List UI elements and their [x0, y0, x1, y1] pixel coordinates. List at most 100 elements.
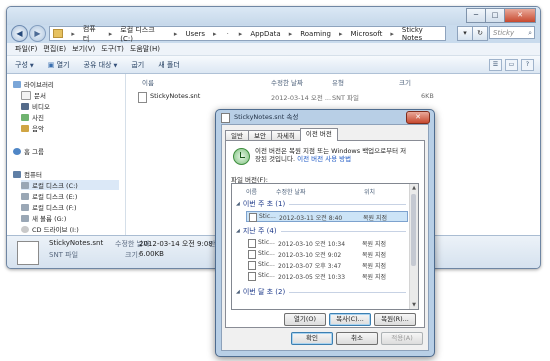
group-label: 지난 주 (4): [242, 227, 277, 235]
scrollbar-thumb[interactable]: [411, 194, 416, 266]
copy-version-button[interactable]: 복사(C)...: [329, 313, 371, 326]
maximize-button[interactable]: □: [485, 8, 505, 23]
file-icon: [17, 241, 39, 265]
back-button[interactable]: ◀: [11, 25, 28, 42]
breadcrumb-microsoft[interactable]: Microsoft: [348, 30, 386, 38]
address-dropdown-button[interactable]: ▾: [457, 26, 473, 41]
list-column-location[interactable]: 위치: [364, 187, 375, 196]
nav-videos[interactable]: 비디오: [21, 101, 50, 111]
version-name: Stic...: [258, 261, 275, 268]
forward-button[interactable]: ▶: [29, 25, 46, 42]
nav-drive-f[interactable]: 로컬 디스크 (F:): [21, 202, 77, 212]
version-row[interactable]: Stic... 2012-03-05 오전 10:33 복원 지점: [246, 271, 406, 281]
file-icon: [221, 113, 230, 123]
how-to-link[interactable]: 이전 버전 사용 방법: [297, 155, 351, 163]
nav-drive-g[interactable]: 새 볼륨 (G:): [21, 213, 66, 223]
menu-help[interactable]: 도움말(H): [130, 44, 160, 54]
organize-button[interactable]: 구성 ▼: [15, 60, 34, 70]
computer-icon: [13, 170, 21, 178]
tab-previous-versions[interactable]: 이전 버전: [299, 128, 338, 141]
breadcrumb-computer[interactable]: 컴퓨터: [80, 24, 104, 44]
menu-tools[interactable]: 도구(T): [101, 44, 124, 54]
breadcrumb-local-disk[interactable]: 로컬 디스크 (C:): [117, 25, 169, 43]
nav-pictures[interactable]: 사진: [21, 112, 44, 122]
ok-button[interactable]: 확인: [291, 332, 333, 345]
share-label: 공유 대상: [83, 60, 112, 69]
group-label: 이번 주 초 (1): [242, 200, 286, 208]
vertical-scrollbar[interactable]: ▲ ▼: [409, 184, 418, 309]
apply-button[interactable]: 적용(A): [381, 332, 423, 345]
address-bar[interactable]: ▸ 컴퓨터 ▸ 로컬 디스크 (C:) ▸ Users ▸ · ▸ AppDat…: [49, 24, 446, 44]
menu-view[interactable]: 보기(V): [72, 44, 95, 54]
cancel-button[interactable]: 취소: [336, 332, 378, 345]
nav-drive-g-label: 새 볼륨 (G:): [32, 215, 67, 223]
nav-homegroup[interactable]: 홈 그룹: [13, 146, 44, 156]
tab-strip: 일반 보안 자세히 이전 버전: [225, 128, 338, 141]
scroll-up-icon[interactable]: ▲: [410, 185, 418, 191]
version-row[interactable]: Stic... 2012-03-07 오후 3:47 복원 지점: [246, 260, 406, 270]
nav-drive-e[interactable]: 로컬 디스크 (E:): [21, 191, 77, 201]
version-location: 복원 지점: [362, 241, 386, 248]
ellipsis-icon: ·: [226, 29, 229, 38]
breadcrumb-sticky-notes[interactable]: Sticky Notes: [399, 26, 445, 42]
list-column-modified[interactable]: 수정한 날짜: [276, 187, 306, 196]
breadcrumb-appdata[interactable]: AppData: [247, 30, 283, 38]
nav-music[interactable]: 음악: [21, 123, 44, 133]
restore-version-button[interactable]: 복원(R)...: [374, 313, 416, 326]
close-button[interactable]: ✕: [504, 8, 536, 23]
open-version-button[interactable]: 열기(O): [284, 313, 326, 326]
view-options-icon[interactable]: ☰: [489, 59, 502, 71]
minimize-button[interactable]: ─: [466, 8, 486, 23]
command-bar: 구성 ▼ ▣ 열기 공유 대상 ▼ 굽기 새 폴더 ☰ ▭ ?: [7, 56, 540, 74]
menu-file[interactable]: 파일(F): [15, 44, 37, 54]
version-row[interactable]: Stic... 2012-03-11 오전 8:40 복원 지점: [246, 211, 408, 222]
dialog-close-button[interactable]: ✕: [406, 111, 430, 124]
nav-computer[interactable]: 컴퓨터: [13, 169, 42, 179]
group-divider: [289, 291, 406, 293]
open-button[interactable]: ▣ 열기: [48, 60, 70, 70]
group-header[interactable]: ◢ 이번 달 초 (2): [236, 287, 406, 297]
drive-icon: [21, 181, 29, 189]
refresh-button[interactable]: ↻: [472, 26, 488, 41]
dialog-body: 일반 보안 자세히 이전 버전 이전 버전은 복원 지점 또는 Windows …: [221, 124, 429, 351]
help-icon[interactable]: ?: [521, 59, 534, 71]
nav-libraries[interactable]: 라이브러리: [13, 79, 54, 89]
chevron-right-icon: ▸: [390, 29, 394, 38]
file-row[interactable]: StickyNotes.snt 2012-03-14 오전 ... SNT 파일…: [138, 90, 538, 103]
version-date: 2012-03-11 오전 8:40: [279, 215, 343, 222]
video-icon: [21, 102, 29, 110]
search-input[interactable]: Sticky Not... ⌕: [489, 26, 535, 50]
nav-cd-drive[interactable]: CD 드라이브 (I:): [21, 224, 79, 234]
version-name: Stic...: [259, 213, 276, 220]
breadcrumb-users[interactable]: Users: [182, 30, 208, 38]
file-icon: [248, 261, 256, 270]
version-row[interactable]: Stic... 2012-03-10 오전 9:02 복원 지점: [246, 249, 406, 259]
scroll-down-icon[interactable]: ▼: [410, 302, 418, 308]
new-folder-button[interactable]: 새 폴더: [158, 60, 180, 70]
version-date: 2012-03-05 오전 10:33: [278, 274, 346, 281]
column-type[interactable]: 유형: [332, 77, 344, 87]
nav-documents[interactable]: 문서: [21, 90, 46, 100]
list-column-name[interactable]: 이름: [246, 187, 257, 196]
group-header[interactable]: ◢ 이번 주 초 (1): [236, 199, 406, 209]
chevron-down-icon: ▼: [113, 62, 118, 69]
column-size[interactable]: 크기: [399, 77, 411, 87]
explorer-titlebar: ─ □ ✕: [7, 7, 540, 25]
burn-button[interactable]: 굽기: [131, 60, 144, 70]
column-modified[interactable]: 수정한 날짜: [271, 77, 303, 87]
group-header[interactable]: ◢ 지난 주 (4): [236, 226, 406, 236]
collapse-icon: ◢: [236, 228, 240, 234]
file-icon: [248, 250, 256, 259]
version-row[interactable]: Stic... 2012-03-10 오전 10:34 복원 지점: [246, 238, 406, 248]
drive-icon: [21, 192, 29, 200]
nav-drive-c[interactable]: 로컬 디스크 (C:): [21, 180, 119, 190]
preview-pane-icon[interactable]: ▭: [505, 59, 518, 71]
breadcrumb-roaming[interactable]: Roaming: [297, 30, 334, 38]
share-with-button[interactable]: 공유 대상 ▼: [84, 60, 118, 70]
column-name[interactable]: 이름: [142, 77, 154, 87]
music-icon: [21, 124, 29, 132]
menu-edit[interactable]: 편집(E): [43, 44, 66, 54]
version-location: 복원 지점: [362, 274, 386, 281]
file-icon: [138, 92, 147, 103]
open-icon: ▣: [47, 60, 55, 69]
